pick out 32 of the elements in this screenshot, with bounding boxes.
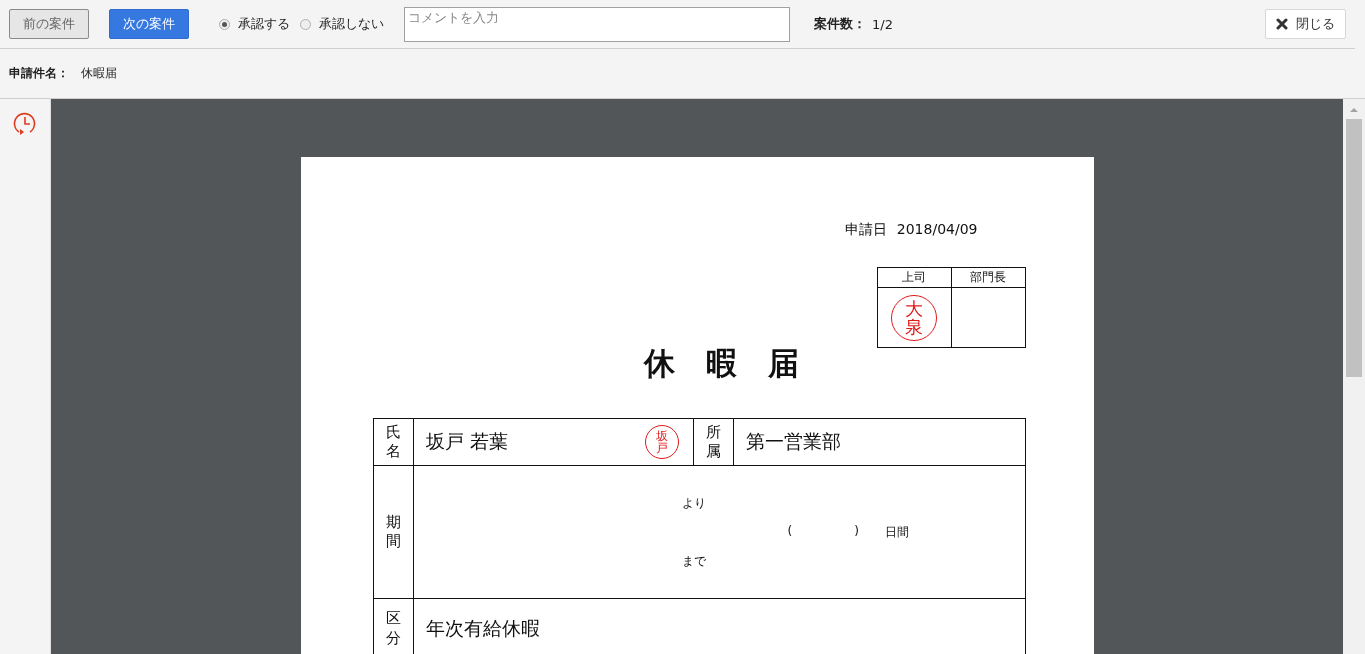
count-value: 1/2 bbox=[872, 16, 893, 32]
field-label: 区分 bbox=[373, 599, 414, 654]
close-button[interactable]: 閉じる bbox=[1265, 9, 1346, 39]
previous-button[interactable]: 前の案件 bbox=[9, 9, 89, 39]
close-icon bbox=[1276, 18, 1288, 30]
subject-value: 休暇届 bbox=[81, 65, 117, 82]
department-value: 第一営業部 bbox=[745, 429, 841, 454]
scrollbar-thumb[interactable] bbox=[1346, 119, 1362, 377]
comment-field[interactable]: コメントを入力 bbox=[404, 6, 790, 42]
subject-label: 申請件名： bbox=[9, 65, 69, 82]
name-value: 坂戸 若葉 bbox=[425, 429, 508, 454]
count-label: 案件数： bbox=[814, 15, 866, 33]
next-button[interactable]: 次の案件 bbox=[109, 9, 189, 39]
date-label: 申請日 bbox=[844, 221, 887, 239]
open-paren: ( bbox=[787, 523, 793, 540]
radio-label[interactable]: 承認する bbox=[238, 15, 290, 33]
date-value: 2018/04/09 bbox=[896, 221, 978, 239]
period-from: より bbox=[681, 495, 706, 510]
close-paren: ) bbox=[854, 523, 859, 540]
leave-type-value: 年次有給休暇 bbox=[425, 615, 540, 641]
radio-button[interactable] bbox=[300, 18, 311, 30]
scroll-up-icon[interactable] bbox=[1350, 107, 1358, 113]
field-label: 所属 bbox=[693, 419, 734, 466]
period-to: まで bbox=[681, 553, 706, 568]
document-title: 休 暇 届 bbox=[642, 344, 800, 382]
radio-button[interactable] bbox=[219, 18, 230, 30]
days-label: 日間 bbox=[884, 523, 909, 541]
approver-role: 部門長 bbox=[951, 268, 1025, 288]
approver-role: 上司 bbox=[877, 268, 951, 288]
radio-label[interactable]: 承認しない bbox=[319, 15, 384, 33]
field-label: 期間 bbox=[373, 466, 414, 599]
field-label: 氏名 bbox=[373, 419, 414, 466]
